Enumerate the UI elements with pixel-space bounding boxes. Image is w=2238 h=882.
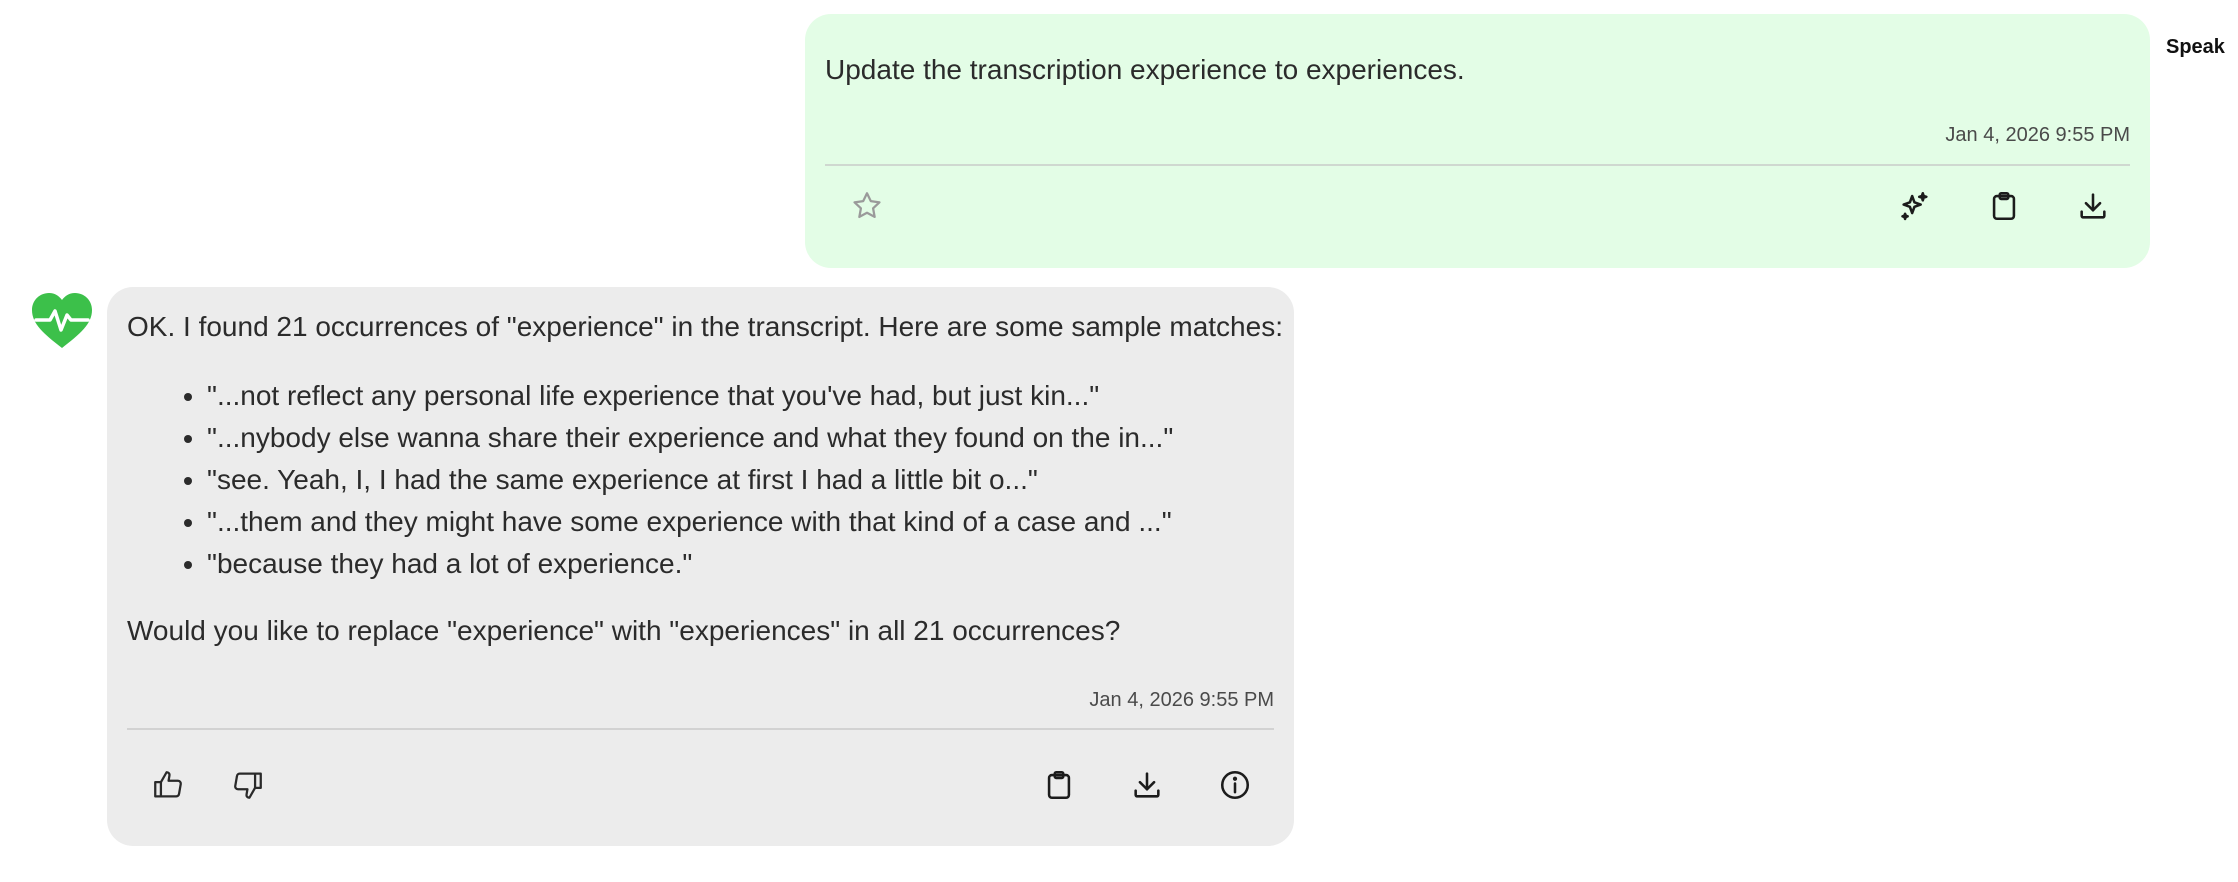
thumbs-up-icon: [154, 771, 182, 798]
chat-page: Update the transcription experience to e…: [0, 0, 2238, 882]
user-message-bubble: Update the transcription experience to e…: [805, 14, 2150, 268]
clipboard-icon: [1047, 770, 1071, 800]
user-message-divider: [825, 164, 2130, 166]
list-item: "...nybody else wanna share their experi…: [207, 417, 1173, 459]
assistant-question-text: Would you like to replace "experience" w…: [127, 615, 1121, 646]
heart-pulse-icon: [32, 293, 92, 348]
speaker-label: Speak: [2166, 36, 2225, 58]
download-icon: [1134, 772, 1160, 798]
list-item: "see. Yeah, I, I had the same experience…: [207, 459, 1173, 501]
sparkles-icon: [1901, 191, 1928, 221]
assistant-intro-text: OK. I found 21 occurrences of "experienc…: [127, 311, 1283, 342]
ai-enhance-button[interactable]: [1891, 182, 1939, 230]
copy-button[interactable]: [1035, 761, 1083, 809]
thumbs-down-icon: [234, 772, 262, 799]
info-button[interactable]: [1211, 761, 1259, 809]
info-icon: [1220, 770, 1250, 800]
user-message-text: Update the transcription experience to e…: [825, 54, 1465, 85]
thumbs-down-button[interactable]: [224, 761, 272, 809]
list-item: "...them and they might have some experi…: [207, 501, 1173, 543]
copy-button[interactable]: [1980, 182, 2028, 230]
assistant-message-timestamp: Jan 4, 2026 9:55 PM: [1089, 689, 1274, 711]
favorite-button[interactable]: [843, 182, 891, 230]
clipboard-icon: [1992, 191, 2016, 221]
match-list: "...not reflect any personal life experi…: [127, 375, 1173, 585]
list-item: "...not reflect any personal life experi…: [207, 375, 1173, 417]
thumbs-up-button[interactable]: [144, 761, 192, 809]
download-icon: [2080, 193, 2106, 219]
star-icon: [853, 192, 881, 219]
list-item: "because they had a lot of experience.": [207, 543, 1173, 585]
download-button[interactable]: [2069, 182, 2117, 230]
assistant-message-bubble: OK. I found 21 occurrences of "experienc…: [107, 287, 1294, 846]
user-message-timestamp: Jan 4, 2026 9:55 PM: [1945, 124, 2130, 146]
assistant-message-divider: [127, 728, 1274, 730]
download-button[interactable]: [1123, 761, 1171, 809]
assistant-avatar: [30, 290, 94, 354]
